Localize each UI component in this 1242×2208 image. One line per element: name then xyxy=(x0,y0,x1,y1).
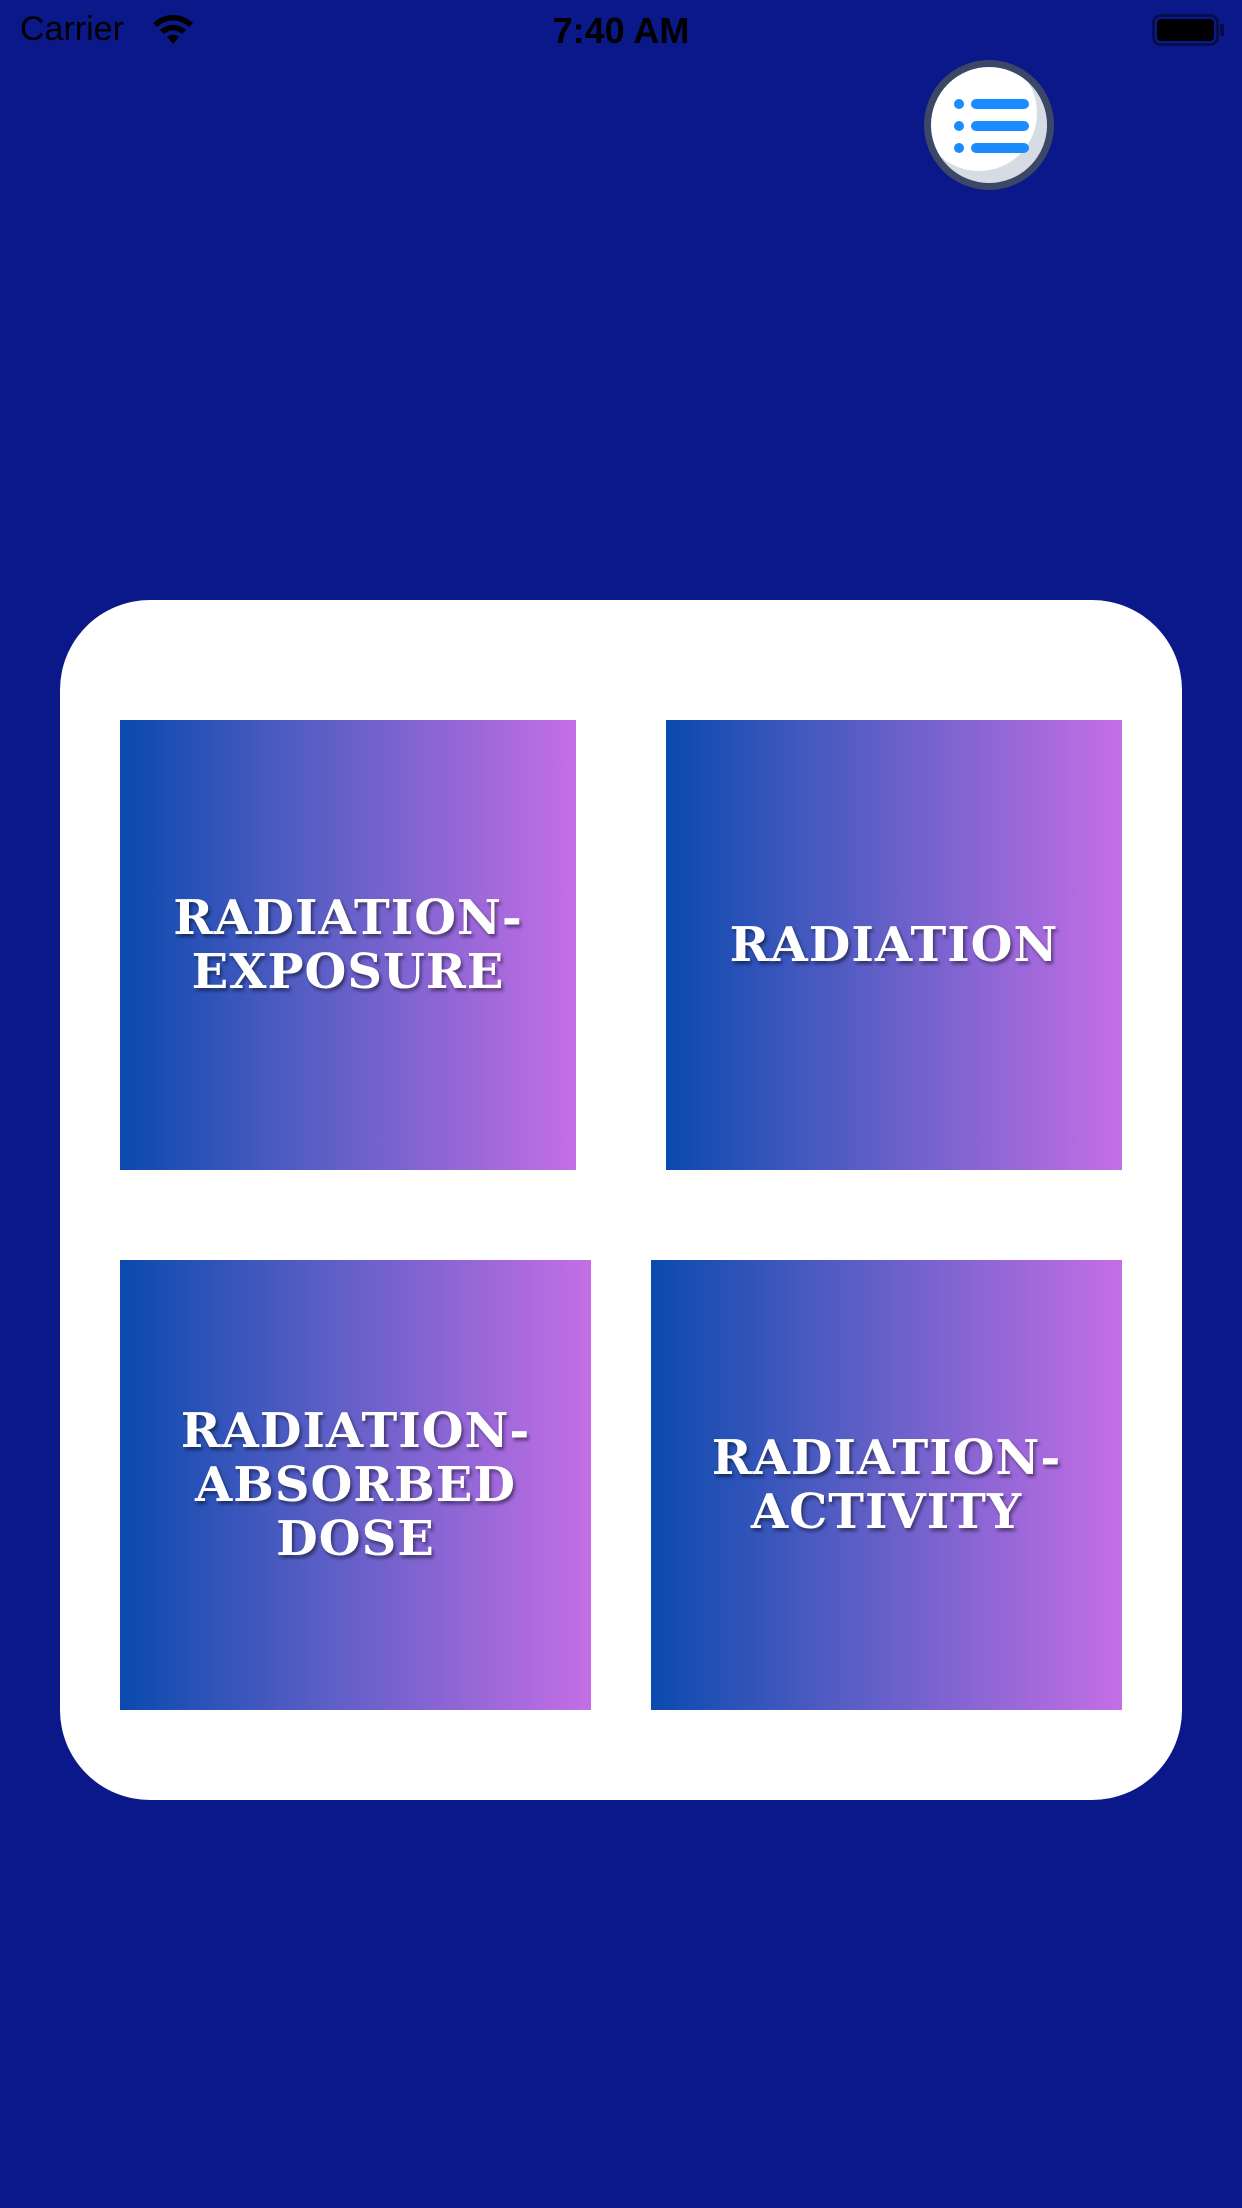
list-menu-icon xyxy=(954,99,1029,153)
category-card: RADIATION- EXPOSURE RADIATION RADIATION-… xyxy=(60,600,1182,1800)
clock-time: 7:40 AM xyxy=(552,10,690,51)
radiation-activity-tile[interactable]: RADIATION- ACTIVITY xyxy=(651,1260,1122,1710)
tile-label: RADIATION xyxy=(729,917,1059,973)
tile-label: RADIATION- ABSORBED DOSE xyxy=(180,1403,531,1567)
tile-label: RADIATION- ACTIVITY xyxy=(711,1430,1062,1540)
battery-full-icon xyxy=(1152,14,1224,46)
tile-label: RADIATION- EXPOSURE xyxy=(173,890,523,1000)
radiation-absorbed-dose-tile[interactable]: RADIATION- ABSORBED DOSE xyxy=(120,1260,591,1710)
radiation-exposure-tile[interactable]: RADIATION- EXPOSURE xyxy=(120,720,576,1170)
radiation-tile[interactable]: RADIATION xyxy=(666,720,1122,1170)
menu-button[interactable] xyxy=(924,60,1054,190)
status-bar: Carrier 7:40 AM xyxy=(0,0,1242,60)
